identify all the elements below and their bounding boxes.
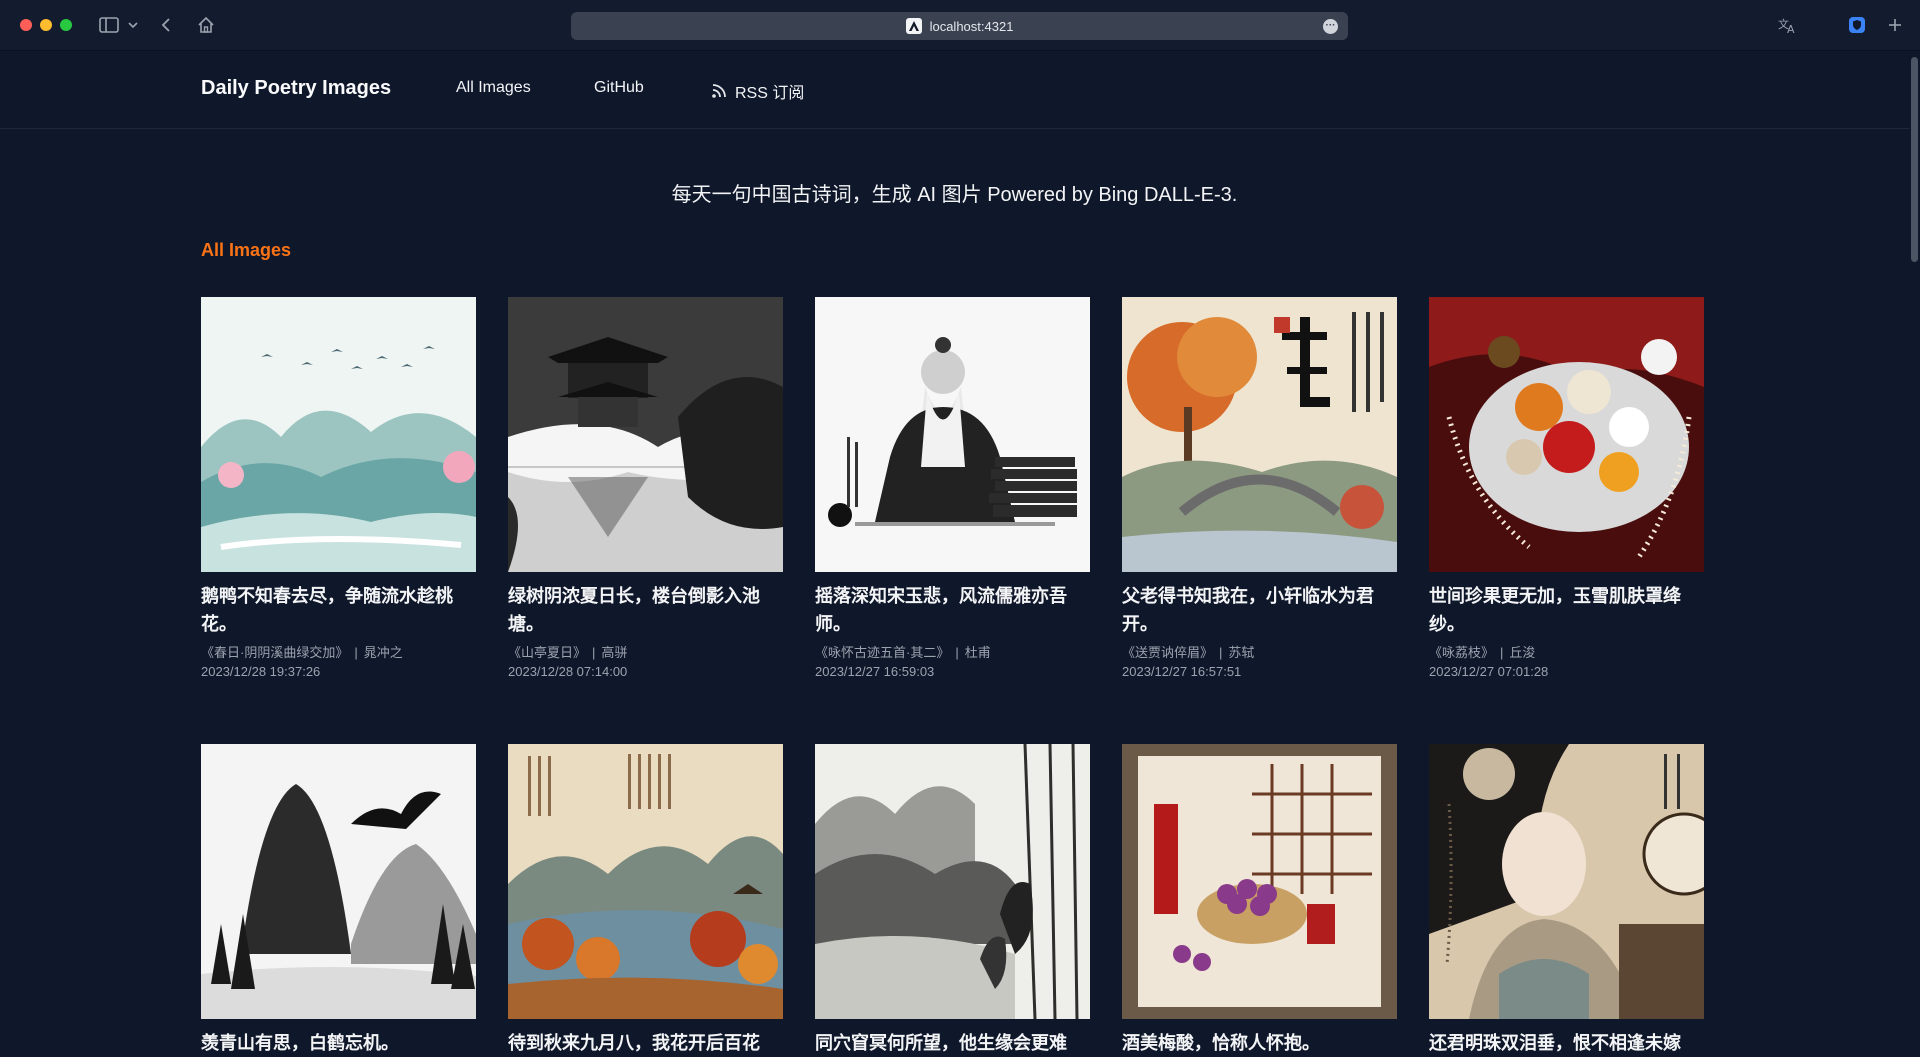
svg-text:A: A [1787, 23, 1795, 34]
poem-source: 《咏怀古迹五首·其二》 [815, 645, 950, 660]
address-url: localhost:4321 [929, 18, 1014, 34]
poem-title[interactable]: 酒美梅酸，恰称人怀抱。 [1122, 1029, 1397, 1057]
meta-separator: | [955, 645, 959, 660]
poem-meta: 《咏怀古迹五首·其二》 | 杜甫 [815, 644, 1090, 662]
meta-separator: | [1219, 645, 1223, 660]
meta-separator: | [592, 645, 596, 660]
more-options-icon[interactable]: ··· [1323, 19, 1338, 34]
site-favicon-icon [905, 18, 922, 34]
address-bar[interactable]: localhost:4321 ··· [571, 12, 1348, 40]
poem-image[interactable] [815, 744, 1090, 1019]
shield-extension-icon[interactable] [1845, 12, 1869, 38]
poem-title[interactable]: 世间珍果更无加，玉雪肌肤罩绛纱。 [1429, 582, 1704, 638]
translate-icon[interactable]: 文A [1776, 12, 1800, 38]
poem-card[interactable]: 酒美梅酸，恰称人怀抱。 [1122, 744, 1397, 1057]
nav-rss[interactable]: RSS 订阅 [711, 79, 804, 103]
zoom-window-button[interactable] [60, 19, 72, 31]
poem-source: 《咏荔枝》 [1429, 645, 1495, 660]
poem-title[interactable]: 羡青山有思，白鹤忘机。 [201, 1029, 476, 1057]
poem-meta: 《送贾讷倅眉》 | 苏轼 [1122, 644, 1397, 662]
poem-image[interactable] [201, 297, 476, 572]
poem-date: 2023/12/27 16:57:51 [1122, 664, 1242, 679]
poem-card[interactable]: 鹅鸭不知春去尽，争随流水趁桃花。 《春日·阴阴溪曲绿交加》 | 晁冲之 2023/1… [201, 297, 476, 681]
poem-author: 晁冲之 [363, 645, 403, 660]
poem-author: 苏轼 [1228, 645, 1255, 660]
poem-image[interactable] [201, 744, 476, 1019]
poem-image[interactable] [1122, 297, 1397, 572]
poem-title[interactable]: 鹅鸭不知春去尽，争随流水趁桃花。 [201, 582, 476, 638]
site-brand[interactable]: Daily Poetry Images [201, 77, 391, 100]
poem-meta: 《咏荔枝》 | 丘浚 [1429, 644, 1704, 662]
poem-title[interactable]: 待到秋来九月八，我花开后百花 [508, 1029, 783, 1057]
scrollbar-thumb[interactable] [1911, 57, 1918, 262]
poem-date: 2023/12/28 19:37:26 [201, 664, 321, 679]
poem-author: 杜甫 [964, 645, 991, 660]
poem-meta: 《山亭夏日》 | 高骈 [508, 644, 783, 662]
nav-github-label: GitHub [594, 79, 644, 96]
poem-author: 丘浚 [1509, 645, 1536, 660]
meta-separator: | [354, 645, 358, 660]
poem-card[interactable]: 绿树阴浓夏日长，楼台倒影入池塘。 《山亭夏日》 | 高骈 2023/12/28 07… [508, 297, 783, 681]
poem-title[interactable]: 摇落深知宋玉悲，风流儒雅亦吾师。 [815, 582, 1090, 638]
site-tagline: 每天一句中国古诗词，生成 AI 图片 Powered by Bing DALL-… [671, 184, 1238, 206]
home-icon[interactable] [194, 12, 218, 38]
poem-title[interactable]: 同穴窅冥何所望，他生缘会更难 [815, 1029, 1090, 1057]
sidebar-toggle-icon[interactable] [96, 12, 122, 38]
browser-toolbar: localhost:4321 ··· 文A [0, 0, 1920, 51]
nav-all-images[interactable]: All Images [456, 79, 531, 97]
page-scrollbar[interactable] [1909, 51, 1920, 1055]
poem-image[interactable] [815, 297, 1090, 572]
poem-source: 《春日·阴阴溪曲绿交加》 [201, 645, 349, 660]
poem-source: 《送贾讷倅眉》 [1122, 645, 1214, 660]
poem-card[interactable]: 摇落深知宋玉悲，风流儒雅亦吾师。 《咏怀古迹五首·其二》 | 杜甫 2023/12/… [815, 297, 1090, 681]
back-arrow-icon[interactable] [156, 12, 176, 38]
poem-date: 2023/12/28 07:14:00 [508, 664, 628, 679]
poem-image[interactable] [1122, 744, 1397, 1019]
rss-icon [712, 84, 726, 98]
nav-github[interactable]: GitHub [594, 79, 644, 97]
nav-all-images-label: All Images [456, 79, 531, 96]
poem-image[interactable] [1429, 744, 1704, 1019]
poem-title[interactable]: 父老得书知我在，小轩临水为君开。 [1122, 582, 1397, 638]
poem-card[interactable]: 羡青山有思，白鹤忘机。 [201, 744, 476, 1057]
section-title: All Images [201, 240, 292, 260]
poem-date: 2023/12/27 07:01:28 [1429, 664, 1549, 679]
plus-icon[interactable] [1884, 12, 1906, 38]
nav-rss-label: RSS 订阅 [735, 85, 805, 102]
poem-meta: 《春日·阴阴溪曲绿交加》 | 晁冲之 [201, 644, 476, 662]
poem-image[interactable] [508, 297, 783, 572]
poem-card[interactable]: 同穴窅冥何所望，他生缘会更难 [815, 744, 1090, 1057]
poem-image[interactable] [508, 744, 783, 1019]
poem-author: 高骈 [601, 645, 628, 660]
meta-separator: | [1500, 645, 1504, 660]
site-header: Daily Poetry Images All Images GitHub RS… [0, 51, 1909, 129]
poem-source: 《山亭夏日》 [508, 645, 587, 660]
poem-card[interactable]: 父老得书知我在，小轩临水为君开。 《送贾讷倅眉》 | 苏轼 2023/12/27 1… [1122, 297, 1397, 681]
poem-title[interactable]: 绿树阴浓夏日长，楼台倒影入池塘。 [508, 582, 783, 638]
chevron-down-icon[interactable] [126, 12, 140, 38]
poem-image[interactable] [1429, 297, 1704, 572]
poem-date: 2023/12/27 16:59:03 [815, 664, 935, 679]
close-window-button[interactable] [20, 19, 32, 31]
minimize-window-button[interactable] [40, 19, 52, 31]
poem-card[interactable]: 还君明珠双泪垂，恨不相逢未嫁 [1429, 744, 1704, 1057]
poem-title[interactable]: 还君明珠双泪垂，恨不相逢未嫁 [1429, 1029, 1704, 1057]
poem-card[interactable]: 世间珍果更无加，玉雪肌肤罩绛纱。 《咏荔枝》 | 丘浚 2023/12/27 07:… [1429, 297, 1704, 681]
poem-card[interactable]: 待到秋来九月八，我花开后百花 [508, 744, 783, 1057]
